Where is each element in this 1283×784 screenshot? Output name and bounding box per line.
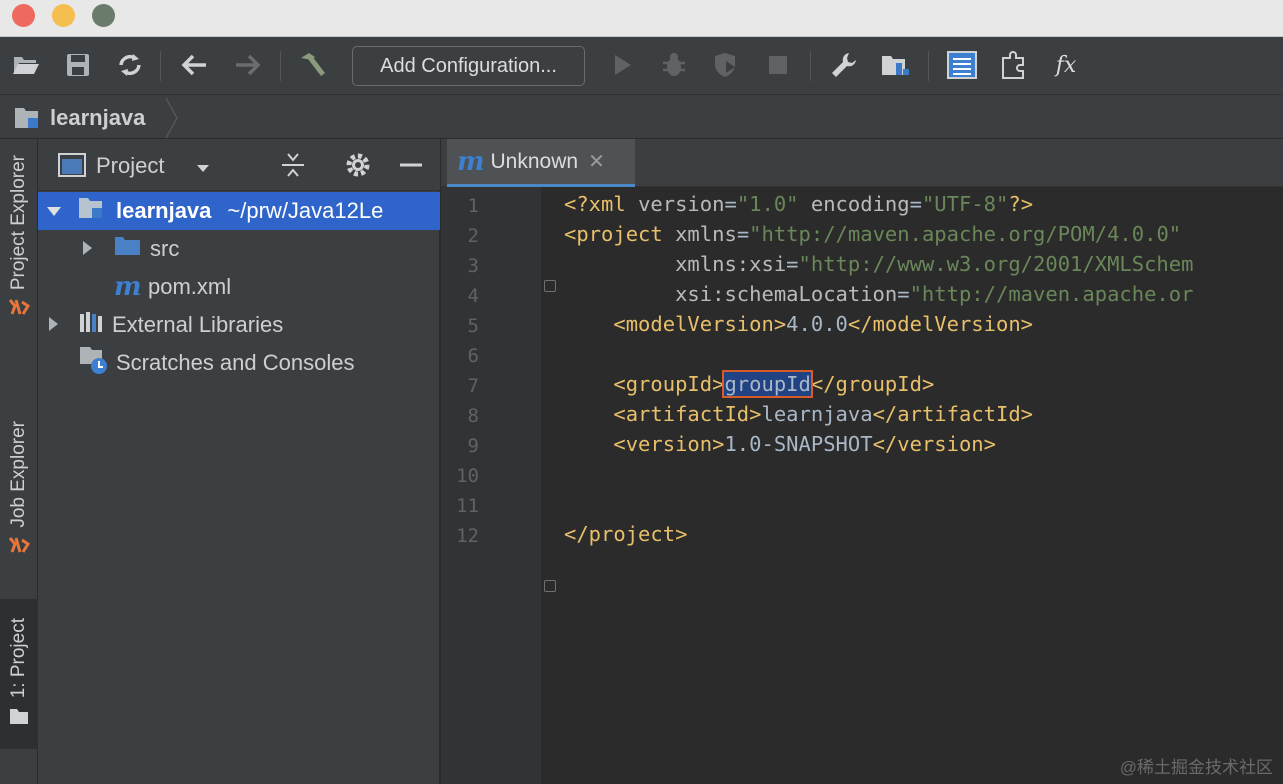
gear-icon[interactable]: [344, 151, 372, 184]
fold-marker-icon[interactable]: [544, 580, 556, 592]
editor-area: m Unknown ✕ 1 2 3 4 5 6 7 8 9 10 11 12 <…: [441, 139, 1283, 784]
line-number: 11: [456, 495, 479, 517]
save-icon[interactable]: [62, 49, 94, 81]
line-number: 7: [467, 375, 479, 397]
project-view-selector[interactable]: Project: [96, 153, 164, 179]
navigation-bar: learnjava: [0, 94, 1283, 139]
code-line-9: <version>1.0-SNAPSHOT</version>: [564, 432, 996, 456]
job-explorer-icon: [8, 534, 31, 561]
breadcrumb-project[interactable]: learnjava: [50, 105, 145, 131]
left-tool-stripe: Project Explorer Job Explorer 1: Project: [0, 139, 38, 784]
libraries-icon: [78, 310, 106, 340]
line-number: 9: [467, 435, 479, 457]
code-line-7: <groupId>groupId</groupId>: [564, 370, 935, 398]
tree-item-label: External Libraries: [112, 312, 284, 337]
tree-item-label: pom.xml: [148, 274, 232, 299]
code-line-3: xmlns:xsi="http://www.w3.org/2001/XMLSch…: [564, 252, 1194, 276]
scratches-icon: [78, 345, 110, 381]
line-number: 8: [467, 405, 479, 427]
code-line-1: <?xml version="1.0" encoding="UTF-8"?>: [564, 192, 1034, 216]
selected-word[interactable]: groupId: [722, 370, 813, 398]
code-line-12: </project>: [564, 522, 688, 546]
close-window-button[interactable]: [12, 4, 35, 27]
fx-icon[interactable]: fx: [1050, 49, 1082, 81]
code-line-2: <project xmlns="http://maven.apache.org/…: [564, 222, 1182, 246]
main-toolbar: Add Configuration... fx: [0, 37, 1283, 94]
tab-job-explorer[interactable]: Job Explorer: [0, 401, 38, 581]
line-number: 10: [456, 465, 479, 487]
code-line-4: xsi:schemaLocation="http://maven.apache.…: [564, 282, 1194, 306]
tree-item-learnjava[interactable]: learnjava ~/prw/Java12Le: [38, 192, 440, 230]
tree-item-pom-xml[interactable]: m pom.xml: [38, 268, 440, 306]
window-title-bar: [0, 0, 1283, 37]
toolbar-separator: [280, 51, 281, 81]
chevron-down-icon[interactable]: [196, 161, 210, 179]
editor-tab-bar: m Unknown ✕: [441, 139, 1283, 187]
module-folder-icon: [78, 196, 108, 226]
collapsed-arrow-icon[interactable]: [82, 236, 102, 262]
collapse-all-icon[interactable]: [280, 151, 306, 184]
maven-m-icon: m: [114, 272, 142, 302]
project-tool-window: Project learnjava ~/prw/Java12Le src m p…: [38, 139, 440, 784]
toolbar-separator: [160, 51, 161, 81]
project-structure-icon[interactable]: [880, 49, 912, 81]
project-folder-icon: [9, 707, 29, 730]
add-configuration-button[interactable]: Add Configuration...: [352, 46, 585, 86]
folder-icon: [114, 235, 142, 263]
close-icon[interactable]: ✕: [588, 149, 605, 174]
run-icon[interactable]: [606, 49, 638, 81]
project-explorer-icon: [8, 296, 31, 323]
list-view-icon[interactable]: [946, 49, 978, 81]
debug-icon[interactable]: [658, 49, 690, 81]
line-number: 3: [467, 255, 479, 277]
tree-item-src[interactable]: src: [38, 230, 440, 268]
line-number: 5: [467, 315, 479, 337]
editor-gutter: 1 2 3 4 5 6 7 8 9 10 11 12: [441, 187, 556, 784]
tab-project-explorer[interactable]: Project Explorer: [0, 149, 38, 329]
line-number: 12: [456, 525, 479, 547]
toolbar-separator: [928, 51, 929, 81]
line-number: 2: [467, 225, 479, 247]
expanded-arrow-icon[interactable]: [46, 198, 64, 224]
line-number: 6: [467, 345, 479, 367]
build-hammer-icon[interactable]: [296, 49, 328, 81]
line-number: 4: [467, 285, 479, 307]
code-line-8: <artifactId>learnjava</artifactId>: [564, 402, 1034, 426]
project-view-icon: [58, 153, 86, 182]
open-folder-icon[interactable]: [10, 49, 42, 81]
collapsed-arrow-icon[interactable]: [48, 312, 68, 338]
tab-project[interactable]: 1: Project: [0, 599, 38, 749]
tree-item-label: Scratches and Consoles: [116, 350, 355, 375]
watermark: @稀土掘金技术社区: [1119, 758, 1273, 777]
tree-item-external-libraries[interactable]: External Libraries: [38, 306, 440, 344]
minimize-window-button[interactable]: [52, 4, 75, 27]
minimize-panel-icon[interactable]: [398, 151, 424, 184]
fold-marker-icon[interactable]: [544, 280, 556, 292]
breadcrumb-separator-icon: [165, 97, 179, 144]
line-number: 1: [467, 195, 479, 217]
module-folder-icon: [14, 105, 44, 136]
tab-unknown[interactable]: m Unknown ✕: [447, 139, 635, 187]
forward-icon[interactable]: [232, 49, 264, 81]
settings-wrench-icon[interactable]: [828, 49, 860, 81]
tree-item-label: src: [150, 236, 180, 261]
back-icon[interactable]: [178, 49, 210, 81]
puzzle-icon[interactable]: [998, 49, 1030, 81]
coverage-icon[interactable]: [710, 49, 742, 81]
maven-m-icon: m: [457, 146, 485, 177]
stop-icon[interactable]: [762, 49, 794, 81]
tree-item-scratches-and-consoles[interactable]: Scratches and Consoles: [38, 344, 440, 382]
tree-item-path: ~/prw/Java12Le: [227, 198, 384, 223]
tree-item-label: learnjava: [116, 198, 212, 223]
project-panel-header: Project: [38, 139, 440, 191]
toolbar-separator: [810, 51, 811, 81]
code-line-5: <modelVersion>4.0.0</modelVersion>: [564, 312, 1034, 336]
sync-icon[interactable]: [114, 49, 146, 81]
zoom-window-button[interactable]: [92, 4, 115, 27]
